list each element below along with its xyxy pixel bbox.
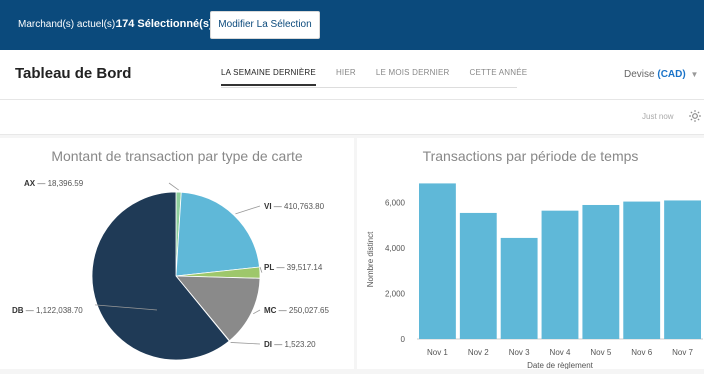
pie-chart: AX — 18,396.59 VI — 410,763.80 PL — 39,517… xyxy=(12,179,329,361)
x-tick-label: Nov 5 xyxy=(590,348,611,357)
pie-leader-ax xyxy=(168,182,179,191)
card-type-panel: Montant de transaction par type de carte… xyxy=(0,138,354,369)
y-axis-label: Nombre distinct xyxy=(366,231,375,287)
page-title: Tableau de Bord xyxy=(15,65,132,82)
pie-label-db: DB — 1,122,038.70 xyxy=(12,306,83,315)
tab-yesterday[interactable]: HIER xyxy=(336,68,356,86)
y-tick-label: 2,000 xyxy=(385,290,406,299)
merchant-label: Marchand(s) actuel(s): xyxy=(18,19,119,30)
pie-chart-title: Montant de transaction par type de carte xyxy=(51,148,303,164)
currency-selector[interactable]: Devise (CAD) ▼ xyxy=(624,69,698,80)
bar-7[interactable] xyxy=(664,200,701,339)
x-tick-label: Nov 7 xyxy=(672,348,693,357)
bar-chart: 0 2,000 4,000 6,000 Nombre distinct Nov 1 Nov … xyxy=(366,183,703,370)
x-tick-label: Nov 4 xyxy=(550,348,571,357)
pie-leader-vi xyxy=(235,205,261,215)
pie-label-vi: VI — 410,763.80 xyxy=(264,202,325,211)
refresh-bar: Just now xyxy=(0,100,704,135)
dashboard-header: Tableau de Bord LA SEMAINE DERNIÈRE HIER… xyxy=(0,50,704,100)
bar-3[interactable] xyxy=(500,237,538,339)
bar-4[interactable] xyxy=(541,210,579,339)
bar-6[interactable] xyxy=(623,201,661,339)
bar-5[interactable] xyxy=(582,204,620,339)
tab-last-month[interactable]: LE MOIS DERNIER xyxy=(376,68,450,86)
currency-code: (CAD) xyxy=(657,69,686,80)
pie-label-ax: AX — 18,396.59 xyxy=(24,179,84,188)
currency-label: Devise xyxy=(624,69,655,80)
tab-this-year[interactable]: CETTE ANNÉE xyxy=(470,68,528,86)
top-bar: Marchand(s) actuel(s): 174 Sélectionné(s… xyxy=(0,0,704,50)
y-tick-label: 4,000 xyxy=(385,244,406,253)
pie-leader-mc xyxy=(253,309,261,315)
tab-last-week[interactable]: LA SEMAINE DERNIÈRE xyxy=(221,68,316,86)
period-tabs: LA SEMAINE DERNIÈRE HIER LE MOIS DERNIER… xyxy=(221,68,527,88)
pie-label-mc: MC — 250,027.65 xyxy=(264,306,329,315)
pie-label-di: DI — 1,523.20 xyxy=(264,340,316,349)
bar-1[interactable] xyxy=(419,183,456,339)
x-tick-label: Nov 1 xyxy=(427,348,448,357)
gear-icon[interactable] xyxy=(688,109,702,123)
x-tick-label: Nov 2 xyxy=(468,348,489,357)
x-tick-label: Nov 6 xyxy=(631,348,652,357)
bar-chart-title: Transactions par période de temps xyxy=(422,148,639,164)
pie-label-pl: PL — 39,517.14 xyxy=(264,263,323,272)
merchant-count: 174 Sélectionné(s) xyxy=(116,18,213,30)
chevron-down-icon: ▼ xyxy=(690,70,699,79)
x-axis-label: Date de règlement xyxy=(527,361,594,369)
y-tick-label: 6,000 xyxy=(385,199,406,208)
transactions-period-panel: Transactions par période de temps 0 2,000… xyxy=(357,138,704,370)
pie-slice-vi[interactable] xyxy=(175,191,260,277)
x-tick-label: Nov 3 xyxy=(509,348,530,357)
last-updated-text: Just now xyxy=(642,112,674,121)
y-tick-label: 0 xyxy=(401,335,406,344)
bar-2[interactable] xyxy=(459,212,497,339)
modify-selection-button[interactable]: Modifier La Sélection xyxy=(210,11,320,39)
pie-leader-di xyxy=(230,342,261,345)
